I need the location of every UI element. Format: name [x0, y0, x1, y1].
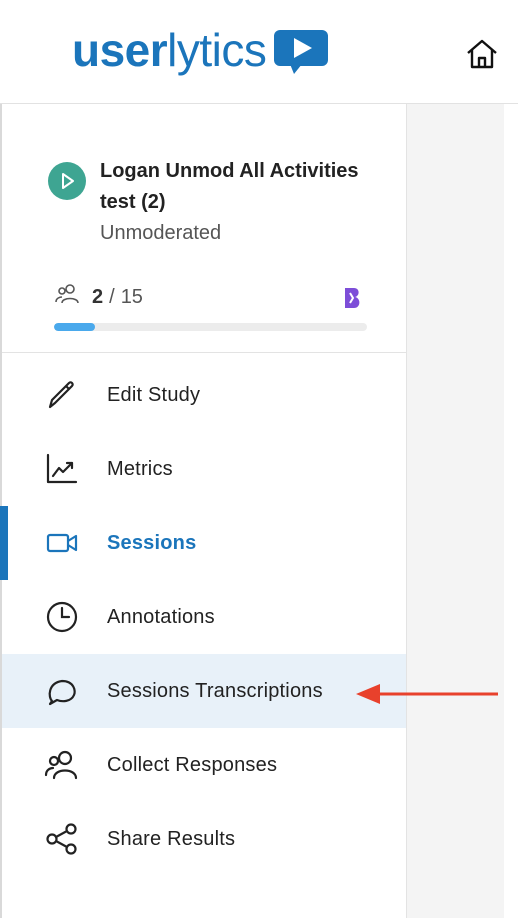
video-camera-icon	[44, 525, 80, 561]
logo-wordmark: userlytics	[72, 24, 267, 76]
page-edge	[504, 104, 518, 918]
chart-trend-icon	[44, 451, 80, 487]
chat-bubble-icon	[44, 673, 80, 709]
sidebar-item-label: Edit Study	[107, 383, 201, 406]
logo-play-icon	[272, 28, 330, 74]
participants-total: 15	[120, 285, 143, 308]
participant-count: 2 / 15	[54, 282, 143, 312]
sidebar-item-metrics[interactable]: Metrics	[2, 432, 406, 506]
active-indicator	[0, 506, 8, 580]
progress-fill	[54, 323, 95, 331]
play-icon	[48, 162, 86, 200]
clock-icon	[44, 599, 80, 635]
participants-progress-bar	[54, 323, 367, 331]
home-icon[interactable]	[462, 34, 502, 74]
sidebar-item-label: Sessions	[107, 531, 197, 554]
users-icon	[44, 747, 80, 783]
sidebar-item-label: Share Results	[107, 827, 236, 850]
study-title[interactable]: Logan Unmod All Activities test (2)	[100, 156, 360, 218]
sidebar-item-label: Metrics	[107, 457, 173, 480]
sidebar-item-sessions-transcriptions[interactable]: Sessions Transcriptions	[2, 654, 406, 728]
sidebar-nav: Edit Study Metrics Sessions Annotations …	[0, 358, 406, 876]
pencil-icon	[44, 377, 80, 413]
top-bar: userlytics	[0, 0, 518, 104]
participants-separator: /	[109, 285, 115, 308]
sidebar: Logan Unmod All Activities test (2) Unmo…	[0, 104, 406, 918]
sidebar-item-label: Annotations	[107, 605, 215, 628]
sidebar-item-collect-responses[interactable]: Collect Responses	[2, 728, 406, 802]
sidebar-item-sessions[interactable]: Sessions	[0, 506, 406, 580]
sidebar-item-edit-study[interactable]: Edit Study	[2, 358, 406, 432]
sidebar-item-label: Collect Responses	[107, 753, 278, 776]
study-summary: Logan Unmod All Activities test (2) Unmo…	[2, 104, 406, 353]
sidebar-item-label: Sessions Transcriptions	[107, 679, 323, 702]
study-type: Unmoderated	[100, 222, 222, 244]
sidebar-item-annotations[interactable]: Annotations	[2, 580, 406, 654]
participants-current: 2	[92, 285, 104, 308]
participants-icon	[54, 282, 82, 312]
b-badge-icon[interactable]	[343, 287, 363, 309]
annotation-arrow	[350, 676, 502, 712]
userlytics-logo[interactable]: userlytics	[72, 24, 330, 76]
main-content-area	[406, 104, 505, 918]
sidebar-item-share-results[interactable]: Share Results	[2, 802, 406, 876]
share-icon	[44, 821, 80, 857]
